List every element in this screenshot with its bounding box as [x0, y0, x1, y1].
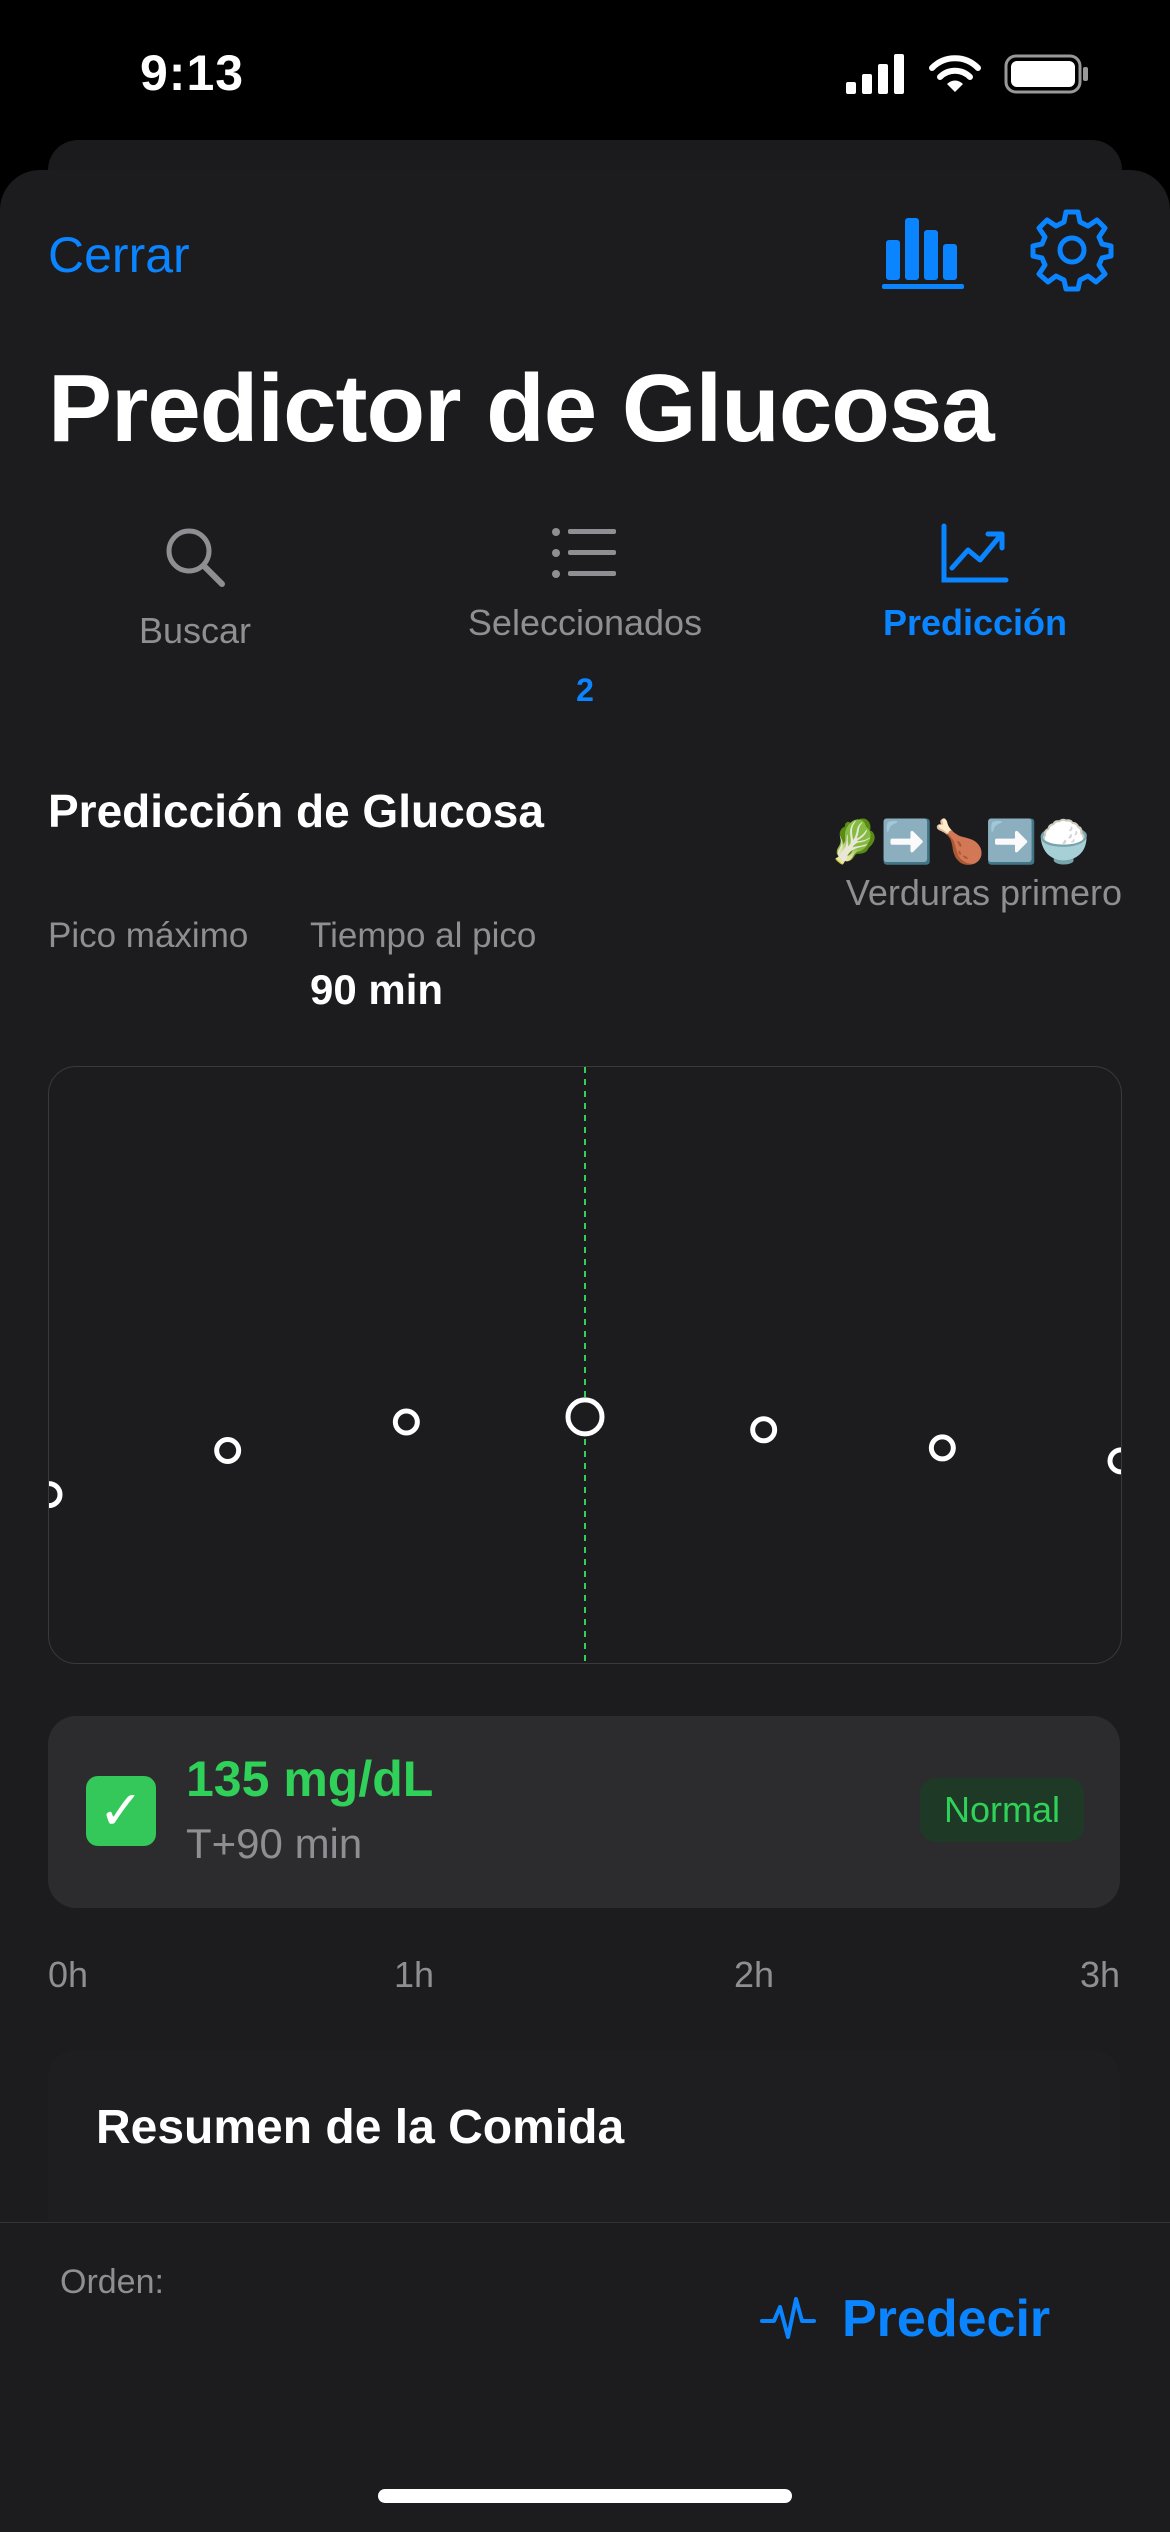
eating-order-emoji: 🥬➡️🍗➡️🍚: [828, 818, 1090, 865]
battery-icon: [1004, 54, 1088, 94]
status-icons: [846, 54, 1090, 94]
bar-chart-icon[interactable]: [880, 210, 972, 290]
tab-label: Buscar: [138, 610, 252, 651]
data-point[interactable]: [750, 1416, 778, 1444]
eating-order-label: Verduras primero: [845, 872, 1122, 913]
selected-data-point[interactable]: [565, 1397, 605, 1437]
wifi-icon: [929, 55, 981, 92]
glucose-time: T+90 min: [186, 1820, 363, 1867]
bottom-action-bar: Orden: Predecir: [0, 2222, 1170, 2532]
glucose-chart-svg: [49, 1067, 1121, 1663]
trend-chart-icon: [941, 523, 1009, 583]
x-tick: 3h: [1079, 1954, 1120, 1995]
x-tick: 1h: [394, 1954, 435, 1995]
data-point[interactable]: [1107, 1447, 1121, 1475]
page-title: Predictor de Glucosa: [48, 355, 995, 462]
predict-label: Predecir: [842, 2290, 1051, 2348]
data-point[interactable]: [928, 1434, 956, 1462]
meal-summary-title: Resumen de la Comida: [96, 2101, 625, 2154]
status-bar: 9:13: [0, 0, 1170, 150]
home-indicator: [378, 2489, 792, 2503]
tab-label: Seleccionados: [467, 602, 703, 643]
search-icon: [166, 528, 225, 587]
status-badge: Normal: [919, 1778, 1084, 1842]
data-point[interactable]: [214, 1437, 242, 1465]
cellular-signal-icon: [846, 54, 904, 94]
x-tick: 0h: [48, 1954, 89, 1995]
order-label: Orden:: [60, 2263, 164, 2301]
x-tick: 2h: [734, 1954, 775, 1995]
gear-icon[interactable]: [1030, 208, 1114, 292]
segment-tabs: Buscar Seleccionados 2 Predicción: [0, 522, 1170, 752]
tab-prediccion[interactable]: Predicción: [780, 522, 1170, 644]
predictor-sheet: Cerrar Predictor de Glucosa Buscar Selec…: [0, 170, 1170, 2532]
time-to-peak-label: Tiempo al pico: [310, 916, 537, 955]
time-to-peak-value: 90 min: [310, 966, 444, 1013]
tab-buscar[interactable]: Buscar: [0, 522, 390, 652]
prediction-title: Predicción de Glucosa: [48, 785, 544, 837]
glucose-chart[interactable]: [48, 1066, 1122, 1664]
selected-count-badge: 2: [576, 672, 594, 708]
data-point[interactable]: [392, 1408, 420, 1436]
tab-seleccionados[interactable]: Seleccionados 2: [390, 522, 780, 709]
tab-label: Predicción: [882, 602, 1068, 643]
close-button[interactable]: Cerrar: [48, 226, 190, 284]
waveform-icon: [760, 2297, 816, 2339]
selected-point-card: ✓ 135 mg/dL T+90 min Normal: [48, 1716, 1120, 1908]
list-icon: [552, 528, 616, 578]
peak-label: Pico máximo: [48, 916, 249, 955]
glucose-value: 135 mg/dL: [186, 1751, 434, 1807]
status-time: 9:13: [140, 45, 245, 101]
data-point[interactable]: [49, 1481, 63, 1509]
predict-button[interactable]: Predecir: [760, 2289, 1050, 2349]
meal-summary-card: Resumen de la Comida: [48, 2050, 1120, 2250]
chart-x-axis: 0h 1h 2h 3h: [48, 1954, 1120, 2004]
check-icon: ✓: [86, 1776, 156, 1846]
